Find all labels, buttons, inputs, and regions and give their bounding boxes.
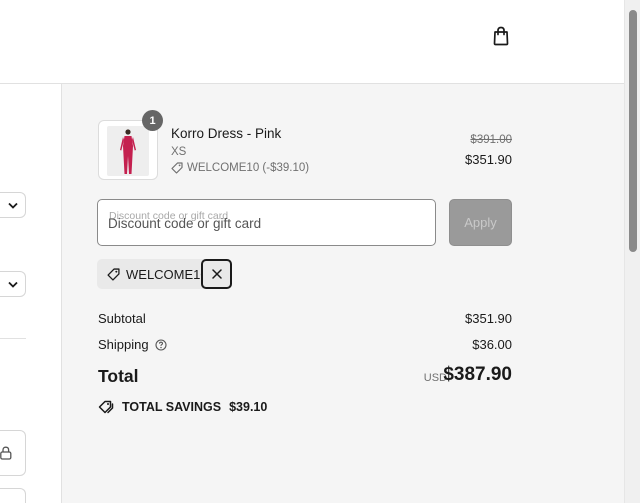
shipping-row: Shipping xyxy=(98,337,167,352)
header-bar xyxy=(0,0,624,84)
subtotal-label: Subtotal xyxy=(98,311,146,326)
card-number-field[interactable] xyxy=(0,430,26,476)
product-discount-label: WELCOME10 (-$39.10) xyxy=(187,162,310,174)
product-name: Korro Dress - Pink xyxy=(171,126,282,141)
shipping-value: $36.00 xyxy=(472,337,512,352)
applied-discount-chip: WELCOME10 xyxy=(97,259,232,289)
dress-image xyxy=(120,129,136,174)
total-savings: TOTAL SAVINGS $39.10 xyxy=(98,400,267,414)
section-divider xyxy=(0,338,26,339)
scrollbar-thumb[interactable] xyxy=(629,10,637,252)
discount-code-field[interactable]: Discount code or gift card xyxy=(97,199,436,246)
country-select[interactable] xyxy=(0,192,26,218)
apply-discount-button[interactable]: Apply xyxy=(449,199,512,246)
lock-icon xyxy=(0,446,12,460)
product-variant: XS xyxy=(171,146,187,158)
chevron-down-icon xyxy=(7,202,18,209)
total-value: $387.90 xyxy=(443,364,512,385)
shipping-label: Shipping xyxy=(98,337,149,352)
close-icon xyxy=(211,269,222,279)
card-expiry-field[interactable] xyxy=(0,488,26,503)
total-label: Total xyxy=(98,366,139,386)
cart-button[interactable] xyxy=(489,24,513,48)
tag-icon xyxy=(171,162,183,174)
discount-code-input[interactable] xyxy=(108,216,426,231)
order-summary: 1 Korro Dress - Pink XS WELCOME10 (-$39.… xyxy=(62,84,624,503)
shopping-bag-icon xyxy=(493,26,509,46)
product-thumbnail: 1 xyxy=(98,110,163,180)
vertical-scrollbar[interactable] xyxy=(624,0,640,503)
savings-tag-icon xyxy=(98,400,114,414)
original-price: $391.00 xyxy=(470,134,512,146)
remove-discount-button[interactable] xyxy=(201,259,232,289)
discount-chip-code: WELCOME10 xyxy=(126,266,208,282)
quantity-badge: 1 xyxy=(142,110,163,131)
chevron-down-icon xyxy=(7,281,18,288)
product-discount: WELCOME10 (-$39.10) xyxy=(171,162,309,174)
help-icon[interactable] xyxy=(155,338,167,351)
checkout-form-pane xyxy=(0,84,62,503)
savings-amount: $39.10 xyxy=(229,400,268,414)
tag-icon xyxy=(107,267,120,281)
savings-label: TOTAL SAVINGS xyxy=(122,400,222,414)
state-select[interactable] xyxy=(0,271,26,297)
product-image xyxy=(107,126,149,176)
subtotal-value: $351.90 xyxy=(465,311,512,326)
discounted-price: $351.90 xyxy=(465,152,512,167)
